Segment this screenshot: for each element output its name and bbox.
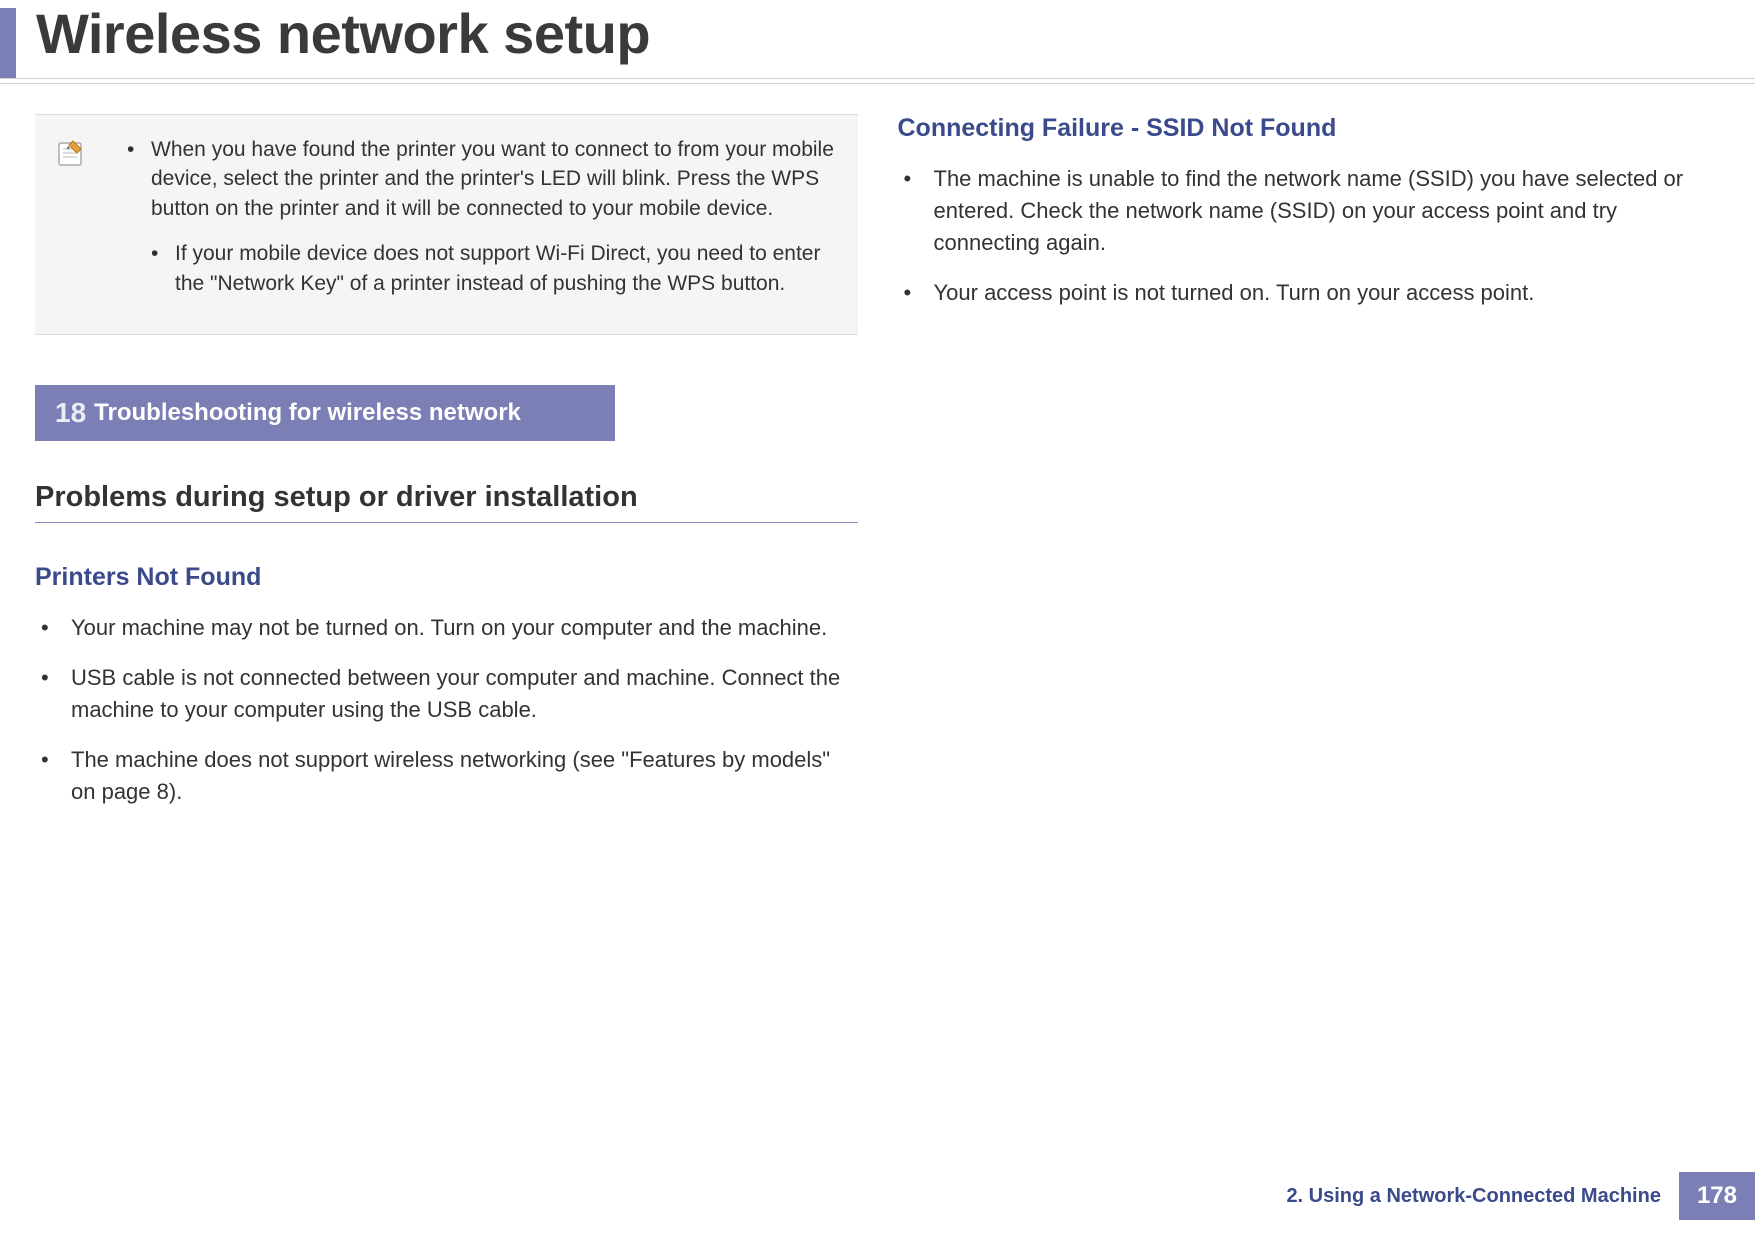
topic-heading-ssid: Connecting Failure - SSID Not Found — [898, 114, 1721, 143]
note-item: When you have found the printer you want… — [127, 135, 838, 298]
footer-chapter: 2. Using a Network-Connected Machine — [1268, 1172, 1679, 1220]
section-number: 18 — [55, 397, 86, 429]
note-box: When you have found the printer you want… — [35, 114, 858, 335]
list-item: Your access point is not turned on. Turn… — [898, 277, 1721, 309]
note-content: When you have found the printer you want… — [107, 135, 838, 314]
note-item-text: When you have found the printer you want… — [151, 138, 834, 220]
page-footer: 2. Using a Network-Connected Machine 178 — [1268, 1172, 1755, 1220]
list-item: The machine does not support wireless ne… — [35, 744, 858, 808]
ssid-not-found-list: The machine is unable to find the networ… — [898, 163, 1721, 309]
topic-heading-printers: Printers Not Found — [35, 563, 858, 592]
list-item: Your machine may not be turned on. Turn … — [35, 612, 858, 644]
content-area: When you have found the printer you want… — [0, 84, 1755, 825]
left-column: When you have found the printer you want… — [35, 114, 858, 825]
footer-page-number: 178 — [1679, 1172, 1755, 1220]
note-sub-item-text: If your mobile device does not support W… — [175, 242, 820, 294]
right-column: Connecting Failure - SSID Not Found The … — [898, 114, 1721, 825]
section-title: Troubleshooting for wireless network — [94, 399, 521, 427]
note-icon — [55, 137, 87, 169]
page-header: Wireless network setup — [0, 0, 1755, 79]
list-item: USB cable is not connected between your … — [35, 662, 858, 726]
page-title: Wireless network setup — [36, 0, 650, 67]
note-sub-item: If your mobile device does not support W… — [151, 239, 838, 298]
section-heading: 18 Troubleshooting for wireless network — [35, 385, 615, 441]
list-item: The machine is unable to find the networ… — [898, 163, 1721, 259]
header-accent — [0, 8, 16, 78]
printers-not-found-list: Your machine may not be turned on. Turn … — [35, 612, 858, 807]
subsection-heading: Problems during setup or driver installa… — [35, 481, 858, 523]
